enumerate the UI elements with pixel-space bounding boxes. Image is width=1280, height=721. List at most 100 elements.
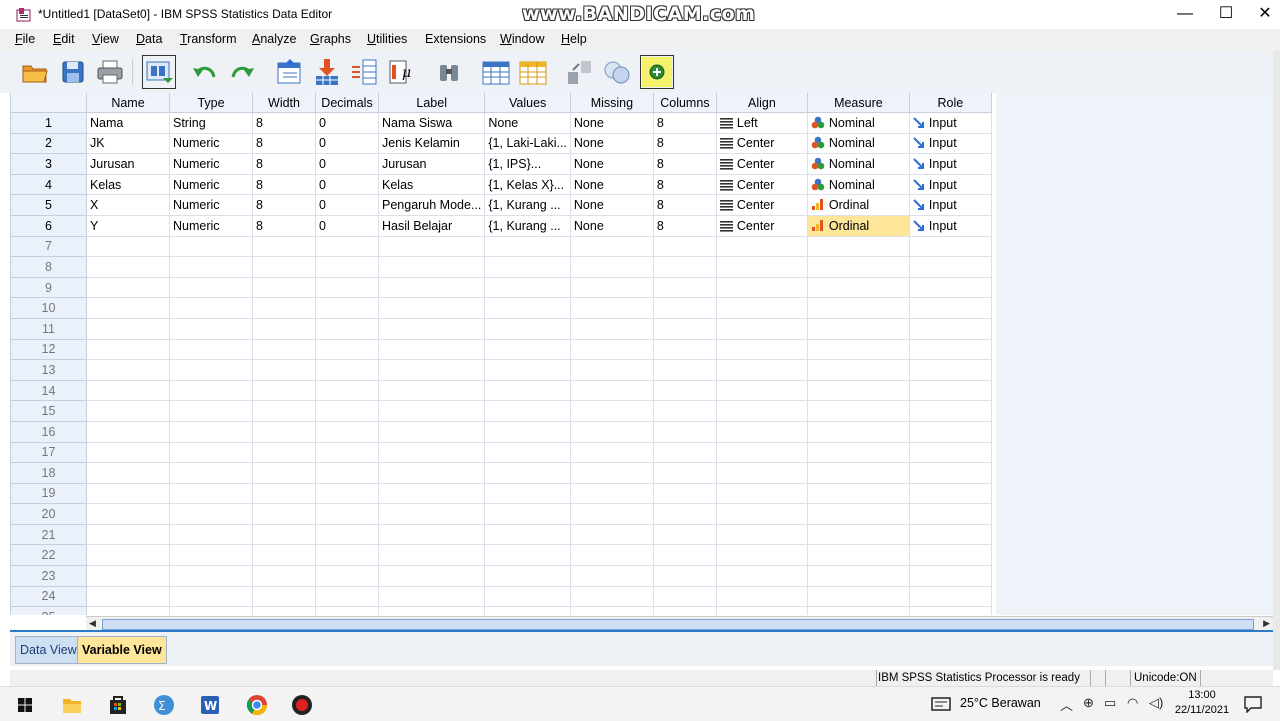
empty-cell[interactable] (652, 503, 717, 525)
empty-cell[interactable] (484, 606, 571, 615)
cell-missing[interactable]: None (569, 173, 654, 196)
menu-item-window[interactable]: Window (500, 32, 544, 46)
cell-measure[interactable]: Nominal (806, 153, 910, 175)
empty-cell[interactable] (484, 379, 571, 402)
empty-cell[interactable] (484, 565, 571, 587)
empty-cell[interactable] (252, 585, 316, 608)
empty-cell[interactable] (569, 359, 654, 381)
empty-cell[interactable] (315, 420, 379, 443)
bandicam-record-icon[interactable] (285, 691, 319, 719)
variables-icon[interactable] (350, 57, 380, 87)
empty-cell[interactable] (908, 441, 992, 464)
empty-cell[interactable] (715, 482, 808, 505)
empty-cell[interactable] (908, 256, 992, 278)
row-number[interactable]: 4 (10, 173, 87, 196)
empty-cell[interactable] (569, 544, 654, 567)
empty-cell[interactable] (806, 297, 910, 319)
cell-values[interactable]: {1, Kurang ... (484, 214, 571, 237)
empty-cell[interactable] (806, 338, 910, 361)
empty-cell[interactable] (715, 441, 808, 464)
row-number[interactable]: 23 (10, 565, 87, 587)
cell-width[interactable]: 8 (252, 173, 316, 196)
cell-columns[interactable]: 8 (652, 214, 717, 237)
empty-cell[interactable] (652, 462, 717, 484)
empty-cell[interactable] (652, 523, 717, 546)
empty-cell[interactable] (377, 297, 486, 319)
empty-cell[interactable] (377, 462, 486, 484)
save-icon[interactable] (58, 57, 88, 87)
cell-role[interactable]: Input (908, 132, 992, 155)
horizontal-scrollbar[interactable]: ◀ ▶ (86, 616, 1273, 630)
empty-cell[interactable] (169, 441, 253, 464)
empty-cell[interactable] (806, 379, 910, 402)
weather-text[interactable]: 25°C Berawan (960, 696, 1041, 710)
cell-role[interactable]: Input (908, 153, 992, 175)
empty-cell[interactable] (569, 441, 654, 464)
cell-width[interactable]: 8 (252, 153, 316, 175)
cell-type[interactable]: String (169, 112, 253, 134)
empty-cell[interactable] (806, 585, 910, 608)
empty-cell[interactable] (806, 235, 910, 258)
empty-cell[interactable] (484, 400, 571, 422)
row-number[interactable]: 21 (10, 523, 87, 546)
battery-icon[interactable]: ▭ (1104, 695, 1116, 711)
file-explorer-icon[interactable] (55, 691, 89, 719)
insert-variable-icon[interactable] (518, 57, 548, 87)
empty-cell[interactable] (315, 462, 379, 484)
empty-cell[interactable] (484, 317, 571, 340)
empty-cell[interactable] (252, 565, 316, 587)
cell-measure[interactable]: Nominal (806, 112, 910, 134)
cell-columns[interactable]: 8 (652, 153, 717, 175)
meet-now-icon[interactable]: ⊕ (1083, 695, 1094, 711)
empty-cell[interactable] (908, 297, 992, 319)
insert-cases-icon[interactable] (481, 57, 511, 87)
row-number[interactable]: 20 (10, 503, 87, 525)
empty-cell[interactable] (315, 359, 379, 381)
tab-variable-view[interactable]: Variable View (77, 636, 167, 664)
row-number[interactable]: 6 (10, 214, 87, 237)
empty-cell[interactable] (569, 420, 654, 443)
cell-missing[interactable]: None (569, 112, 654, 134)
empty-cell[interactable] (484, 544, 571, 567)
empty-cell[interactable] (715, 359, 808, 381)
empty-cell[interactable] (806, 276, 910, 299)
empty-cell[interactable] (169, 544, 253, 567)
empty-cell[interactable] (169, 503, 253, 525)
empty-cell[interactable] (252, 420, 316, 443)
empty-cell[interactable] (806, 256, 910, 278)
row-number[interactable]: 7 (10, 235, 87, 258)
cell-align[interactable]: Center (715, 194, 808, 216)
empty-cell[interactable] (908, 235, 992, 258)
column-header-label[interactable]: Label (377, 93, 486, 113)
empty-cell[interactable] (377, 420, 486, 443)
cell-width[interactable]: 8 (252, 112, 316, 134)
empty-cell[interactable] (484, 585, 571, 608)
store-icon[interactable] (101, 691, 135, 719)
row-number[interactable]: 1 (10, 112, 87, 134)
empty-cell[interactable] (377, 565, 486, 587)
empty-cell[interactable] (315, 400, 379, 422)
chevron-up-icon[interactable]: ︿ (1060, 695, 1073, 714)
goto-case-icon[interactable] (274, 57, 304, 87)
empty-cell[interactable] (377, 544, 486, 567)
cell-columns[interactable]: 8 (652, 173, 717, 196)
cell-missing[interactable]: None (569, 214, 654, 237)
empty-cell[interactable] (86, 441, 170, 464)
empty-cell[interactable] (806, 544, 910, 567)
cell-align[interactable]: Center (715, 214, 808, 237)
cell-label[interactable]: Jenis Kelamin (377, 132, 486, 155)
empty-cell[interactable] (569, 400, 654, 422)
cell-measure[interactable]: Nominal (806, 173, 910, 196)
column-header-columns[interactable]: Columns (652, 93, 717, 113)
cell-width[interactable]: 8 (252, 194, 316, 216)
empty-cell[interactable] (715, 256, 808, 278)
row-number[interactable]: 16 (10, 420, 87, 443)
empty-cell[interactable] (715, 606, 808, 615)
empty-cell[interactable] (86, 276, 170, 299)
menu-item-extensions[interactable]: Extensions (425, 32, 486, 46)
cell-role[interactable]: Input (908, 112, 992, 134)
empty-cell[interactable] (169, 379, 253, 402)
empty-cell[interactable] (377, 503, 486, 525)
cell-align[interactable]: Center (715, 173, 808, 196)
cell-values[interactable]: {1, Kurang ... (484, 194, 571, 216)
